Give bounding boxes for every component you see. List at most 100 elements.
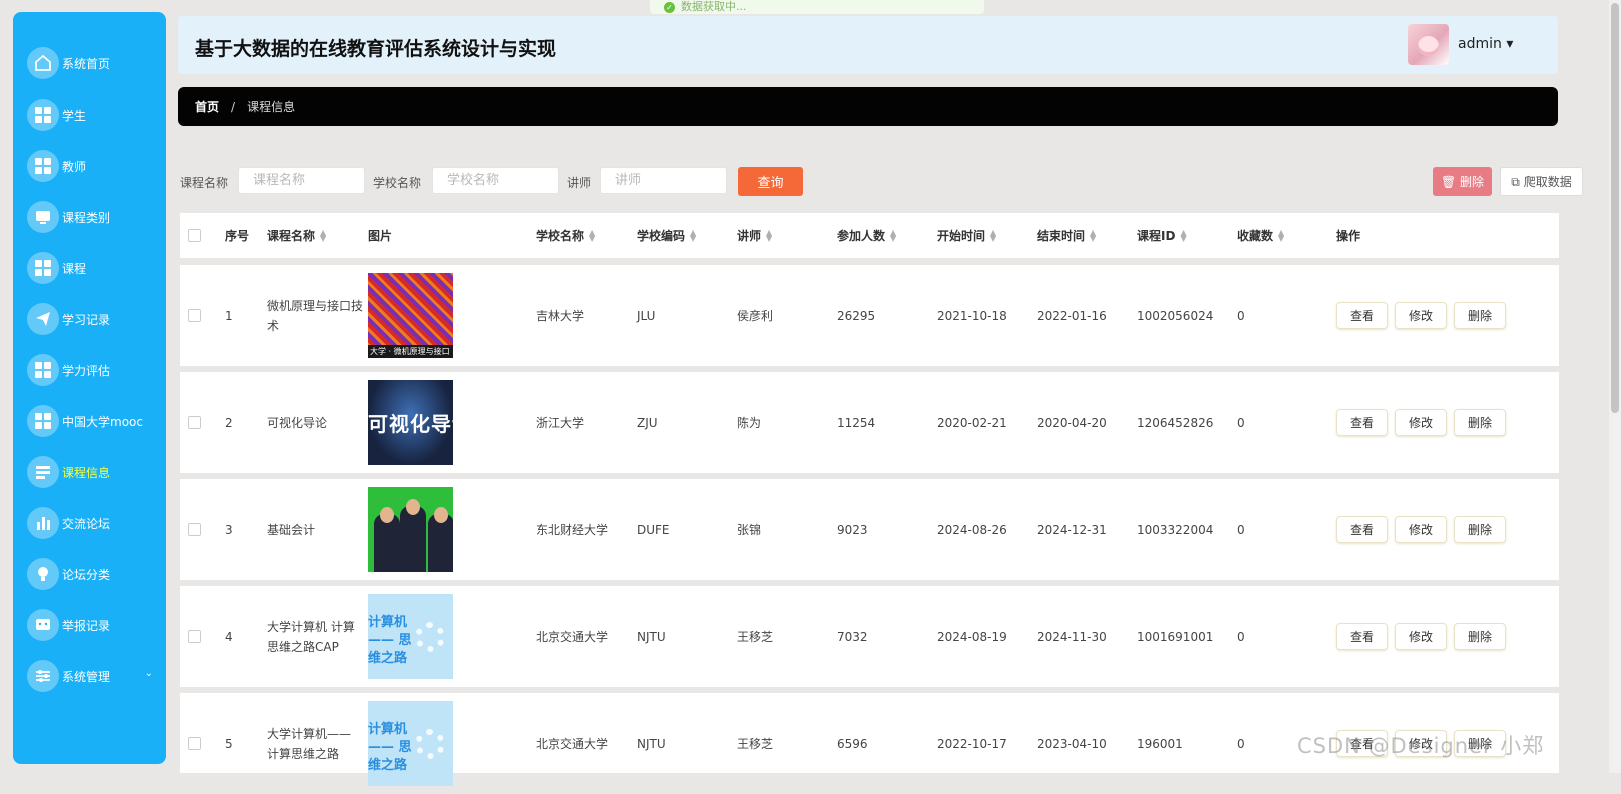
sliders-icon	[27, 660, 59, 692]
col-participants[interactable]: 参加人数 ▲ ▼	[837, 213, 896, 258]
sidebar-item-home[interactable]: 系统首页	[27, 43, 163, 83]
col-favorites[interactable]: 收藏数 ▲ ▼	[1237, 213, 1284, 258]
row-checkbox[interactable]	[187, 737, 201, 750]
page-title: 基于大数据的在线教育评估系统设计与实现	[195, 38, 557, 60]
grid-icon	[27, 252, 59, 284]
sidebar-item-teachers[interactable]: 教师	[27, 146, 163, 186]
course-thumbnail[interactable]	[368, 487, 453, 572]
teacher-input[interactable]	[600, 167, 727, 194]
edit-button[interactable]: 修改	[1395, 409, 1447, 436]
thumbnail-caption: 可视化导论	[368, 412, 453, 436]
view-button[interactable]: 查看	[1336, 409, 1388, 436]
sort-icon[interactable]: ▲ ▼	[589, 228, 595, 242]
sidebar-item-mooc[interactable]: 中国大学mooc	[27, 401, 163, 441]
sidebar-item-course-info[interactable]: 课程信息	[27, 452, 163, 492]
sort-icon[interactable]: ▲ ▼	[1180, 228, 1186, 242]
sort-icon[interactable]: ▲ ▼	[690, 228, 696, 242]
sort-icon[interactable]: ▲ ▼	[766, 228, 772, 242]
avatar[interactable]	[1408, 24, 1449, 65]
col-course-id[interactable]: 课程ID ▲ ▼	[1137, 213, 1187, 258]
batch-delete-button[interactable]: 🗑 删除	[1433, 167, 1492, 196]
view-button[interactable]: 查看	[1336, 730, 1388, 757]
edit-button[interactable]: 修改	[1395, 730, 1447, 757]
sidebar-item-courses[interactable]: 课程	[27, 248, 163, 288]
course-thumbnail[interactable]: 计算机—— 思维之路	[368, 701, 453, 786]
cell-name: 大学计算机—— 计算思维之路	[267, 726, 352, 761]
sort-icon[interactable]: ▲ ▼	[990, 228, 996, 242]
cell-start: 2021-10-18	[937, 308, 1007, 323]
edit-button[interactable]: 修改	[1395, 516, 1447, 543]
cell-start: 2020-02-21	[937, 415, 1007, 430]
col-name-label: 课程名称	[267, 229, 316, 243]
cell-course-id: 196001	[1137, 736, 1183, 751]
trash-icon: 🗑	[1440, 175, 1457, 189]
course-thumbnail[interactable]: 可视化导论	[368, 380, 453, 465]
sidebar-item-label: 课程	[62, 261, 87, 276]
col-school[interactable]: 学校名称 ▲ ▼	[536, 213, 595, 258]
sidebar-item-course-category[interactable]: 课程类别	[27, 197, 163, 237]
sidebar-item-forum[interactable]: 交流论坛	[27, 503, 163, 543]
col-start[interactable]: 开始时间 ▲ ▼	[937, 213, 996, 258]
school-name-input[interactable]	[432, 167, 559, 194]
cell-favorites: 0	[1237, 736, 1245, 751]
sidebar-item-label: 学力评估	[62, 363, 111, 378]
row-checkbox[interactable]	[187, 416, 201, 429]
view-button[interactable]: 查看	[1336, 516, 1388, 543]
grid-icon	[27, 354, 59, 386]
col-teacher[interactable]: 讲师 ▲ ▼	[737, 213, 772, 258]
view-button[interactable]: 查看	[1336, 623, 1388, 650]
chevron-down-icon[interactable]: ⌄	[145, 668, 153, 679]
sidebar-item-reports[interactable]: 举报记录	[27, 605, 163, 645]
delete-button[interactable]: 删除	[1454, 516, 1506, 543]
sidebar-item-system[interactable]: 系统管理 ⌄	[27, 656, 163, 696]
thumbnail-caption: 计算机—— 思维之路	[368, 615, 412, 666]
delete-button[interactable]: 删除	[1454, 409, 1506, 436]
col-code[interactable]: 学校编码 ▲ ▼	[637, 213, 696, 258]
cell-end: 2022-01-16	[1037, 308, 1107, 323]
cell-end: 2024-12-31	[1037, 522, 1107, 537]
sidebar-item-forum-category[interactable]: 论坛分类	[27, 554, 163, 594]
row-checkbox[interactable]	[187, 523, 201, 536]
row-checkbox[interactable]	[187, 309, 201, 322]
sort-icon[interactable]: ▲ ▼	[320, 228, 326, 242]
cell-no: 2	[225, 415, 233, 430]
cell-end: 2024-11-30	[1037, 629, 1107, 644]
school-name-label: 学校名称	[373, 176, 422, 190]
user-menu[interactable]: admin ▾	[1458, 36, 1513, 52]
sort-icon[interactable]: ▲ ▼	[890, 228, 896, 242]
select-all-checkbox[interactable]	[187, 229, 201, 242]
col-teacher-label: 讲师	[737, 229, 762, 243]
cell-start: 2024-08-26	[937, 522, 1007, 537]
view-button[interactable]: 查看	[1336, 302, 1388, 329]
delete-button[interactable]: 删除	[1454, 730, 1506, 757]
col-name[interactable]: 课程名称 ▲ ▼	[267, 213, 326, 258]
breadcrumb-home[interactable]: 首页	[195, 98, 219, 115]
crawl-data-button[interactable]: ⧉ 爬取数据	[1500, 167, 1583, 196]
query-button[interactable]: 查询	[738, 167, 803, 196]
cell-participants: 9023	[837, 522, 868, 537]
edit-button[interactable]: 修改	[1395, 302, 1447, 329]
table-row: 4 大学计算机 计算思维之路CAP 计算机—— 思维之路 北京交通大学 NJTU…	[180, 586, 1559, 687]
sidebar-item-students[interactable]: 学生	[27, 95, 163, 135]
cell-school: 浙江大学	[536, 416, 585, 430]
sort-icon[interactable]: ▲ ▼	[1278, 228, 1284, 242]
cell-participants: 26295	[837, 308, 876, 323]
sidebar-item-study-records[interactable]: 学习记录	[27, 299, 163, 339]
col-end[interactable]: 结束时间 ▲ ▼	[1037, 213, 1096, 258]
edit-button[interactable]: 修改	[1395, 623, 1447, 650]
sort-icon[interactable]: ▲ ▼	[1090, 228, 1096, 242]
cell-favorites: 0	[1237, 522, 1245, 537]
sidebar-item-assessment[interactable]: 学力评估	[27, 350, 163, 390]
col-course-id-label: 课程ID	[1137, 229, 1176, 243]
cell-participants: 6596	[837, 736, 868, 751]
row-checkbox[interactable]	[187, 630, 201, 643]
page-scrollbar[interactable]	[1609, 0, 1621, 773]
delete-button[interactable]: 删除	[1454, 302, 1506, 329]
scrollbar-thumb[interactable]	[1611, 3, 1619, 413]
course-thumbnail[interactable]: 计算机—— 思维之路	[368, 594, 453, 679]
course-thumbnail[interactable]: 大学 · 微机原理与接口	[368, 273, 453, 358]
cell-participants: 11254	[837, 415, 876, 430]
course-name-input[interactable]	[238, 167, 365, 194]
delete-button[interactable]: 删除	[1454, 623, 1506, 650]
sidebar-item-label: 系统首页	[62, 56, 111, 71]
